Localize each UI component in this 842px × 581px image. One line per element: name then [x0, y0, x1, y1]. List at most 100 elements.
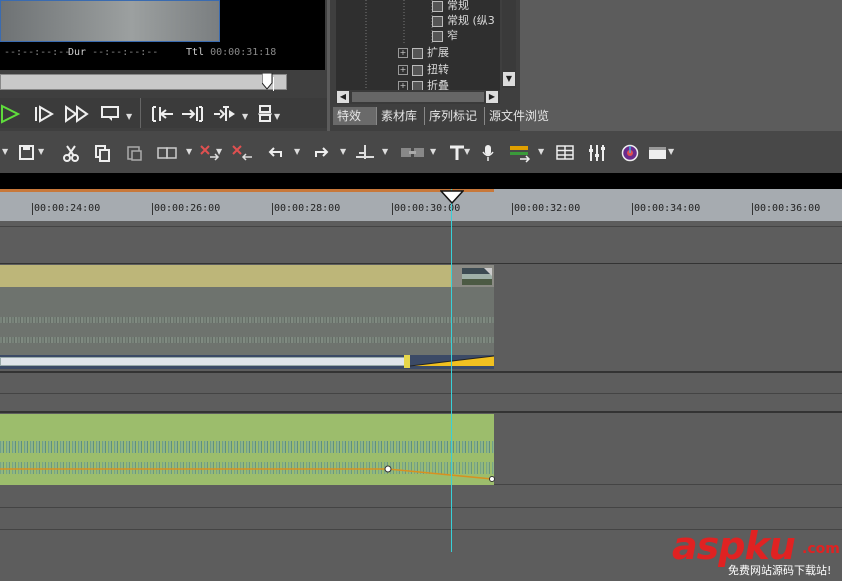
- preview-player: --:--:--:-- Dur --:--:--:-- Ttl 00:00:31…: [0, 0, 327, 131]
- delete-dropdown-icon[interactable]: ▼: [216, 147, 222, 156]
- effect-icon: [432, 0, 443, 12]
- fast-forward-icon[interactable]: [64, 104, 92, 124]
- mark-out-icon[interactable]: [180, 104, 206, 124]
- scrub-handle[interactable]: [262, 73, 274, 91]
- clip-dropdown-icon[interactable]: ▼: [186, 147, 192, 156]
- mark-in-icon[interactable]: [150, 104, 176, 124]
- tab-bin[interactable]: 素材库: [377, 107, 425, 125]
- split-dropdown-icon[interactable]: ▼: [382, 147, 388, 156]
- loop-play-icon[interactable]: [100, 104, 122, 124]
- ttl-value: 00:00:31:18: [210, 47, 277, 58]
- mixer-icon[interactable]: [588, 143, 606, 163]
- dur-label: Dur: [68, 47, 87, 58]
- waveform: [0, 317, 494, 323]
- video-clip-header[interactable]: [0, 265, 452, 287]
- tab-sequence-markers[interactable]: 序列标记: [425, 107, 485, 125]
- link-icon[interactable]: [400, 145, 426, 161]
- ruler-label: 00:00:26:00: [154, 203, 221, 214]
- render-dropdown-icon[interactable]: ▼: [538, 147, 544, 156]
- tree-folder[interactable]: + 扭转: [398, 62, 449, 78]
- undo-dropdown-icon[interactable]: ▼: [294, 147, 300, 156]
- playhead-line[interactable]: [451, 189, 452, 552]
- clip-icon[interactable]: [156, 145, 180, 161]
- output-dropdown-icon[interactable]: ▼: [668, 147, 674, 156]
- scrub-bar[interactable]: [0, 74, 287, 90]
- dropdown-icon[interactable]: ▼: [2, 147, 8, 156]
- timecode-in: --:--:--:--: [4, 47, 71, 58]
- player-controls: ▼ ▼ ▼: [0, 98, 327, 128]
- undo-icon[interactable]: [266, 144, 286, 162]
- redo-dropdown-icon[interactable]: ▼: [340, 147, 346, 156]
- audio-waveform: [0, 441, 494, 453]
- mic-icon[interactable]: [480, 143, 496, 163]
- preview-screen: [0, 0, 325, 70]
- tree-item[interactable]: 窄: [432, 28, 458, 44]
- waveform: [0, 337, 494, 343]
- ripple-delete-icon[interactable]: [230, 143, 256, 163]
- tab-effects[interactable]: 特效: [333, 107, 377, 125]
- effects-tree: 常规 常规 (纵3 窄 + 扩展 + 扭转 + 折叠: [336, 0, 500, 90]
- redo-icon[interactable]: [312, 144, 332, 162]
- track-divider: [0, 226, 842, 227]
- split-dropdown-icon[interactable]: ▼: [242, 112, 248, 121]
- save-dropdown-icon[interactable]: ▼: [38, 147, 44, 156]
- divider: [140, 98, 141, 128]
- grid-icon[interactable]: [556, 144, 574, 162]
- copy-icon[interactable]: [94, 144, 112, 162]
- track-divider: [0, 371, 842, 373]
- track-divider: [0, 263, 842, 264]
- scroll-down-icon[interactable]: ▼: [503, 72, 515, 86]
- tree-horizontal-scrollbar[interactable]: ◀ ▶: [336, 90, 500, 104]
- play-icon[interactable]: [0, 104, 22, 124]
- expand-icon[interactable]: +: [398, 81, 408, 90]
- volume-rubberband[interactable]: [0, 462, 500, 486]
- folder-icon: [412, 64, 423, 76]
- duration-display: Dur --:--:--:--: [68, 47, 158, 58]
- total-display: Ttl 00:00:31:18: [186, 47, 276, 58]
- output-icon[interactable]: [648, 145, 668, 161]
- split-edit-icon[interactable]: [212, 104, 238, 124]
- link-dropdown-icon[interactable]: ▼: [430, 147, 436, 156]
- tab-source-browser[interactable]: 源文件浏览: [485, 107, 557, 125]
- tree-item[interactable]: 常规 (纵3: [432, 13, 495, 29]
- insert-dropdown-icon[interactable]: ▼: [274, 112, 280, 121]
- effect-icon: [432, 30, 443, 42]
- step-forward-icon[interactable]: [32, 104, 56, 124]
- tree-item[interactable]: 常规: [432, 0, 469, 14]
- render-icon[interactable]: [508, 143, 532, 163]
- expand-icon[interactable]: +: [398, 48, 408, 58]
- track-divider: [0, 393, 842, 394]
- timeline-toolbar: ▼ ▼ ▼ ▼ ▼ ▼ ▼ ▼ ▼ ▼ ▼: [0, 131, 842, 173]
- split-icon[interactable]: [354, 143, 376, 163]
- tree-folder[interactable]: + 折叠: [398, 78, 449, 90]
- paste-icon[interactable]: [126, 144, 144, 162]
- watermark-tld: .com: [802, 541, 840, 557]
- ruler-tick: [152, 203, 153, 215]
- scroll-thumb[interactable]: [352, 92, 484, 102]
- fade-ramp[interactable]: [410, 355, 494, 369]
- tree-vertical-scrollbar[interactable]: ▼: [502, 0, 516, 88]
- video-clip-audio-body[interactable]: [0, 287, 494, 355]
- title-dropdown-icon[interactable]: ▼: [464, 147, 470, 156]
- ttl-label: Ttl: [186, 47, 205, 58]
- video-clip-end[interactable]: [452, 265, 494, 287]
- cut-icon[interactable]: [62, 144, 80, 162]
- track-divider: [0, 411, 842, 413]
- ruler-label: 00:00:34:00: [634, 203, 701, 214]
- playhead-marker[interactable]: [440, 190, 464, 204]
- color-correction-icon[interactable]: [620, 143, 640, 163]
- save-icon[interactable]: [18, 145, 36, 161]
- render-status-bar: [0, 189, 494, 192]
- effect-icon: [432, 15, 443, 27]
- timeline-header-strip: [0, 173, 842, 189]
- keyframe-bar[interactable]: [0, 357, 408, 366]
- ruler-tick: [272, 203, 273, 215]
- time-ruler[interactable]: 00:00:24:00 00:00:26:00 00:00:28:00 00:0…: [0, 189, 842, 221]
- scroll-left-icon[interactable]: ◀: [337, 91, 349, 103]
- folder-icon: [412, 80, 423, 90]
- insert-mode-icon[interactable]: [256, 104, 276, 124]
- scroll-right-icon[interactable]: ▶: [486, 91, 498, 103]
- expand-icon[interactable]: +: [398, 65, 408, 75]
- loop-dropdown-icon[interactable]: ▼: [126, 112, 132, 121]
- tree-folder[interactable]: + 扩展: [398, 45, 449, 61]
